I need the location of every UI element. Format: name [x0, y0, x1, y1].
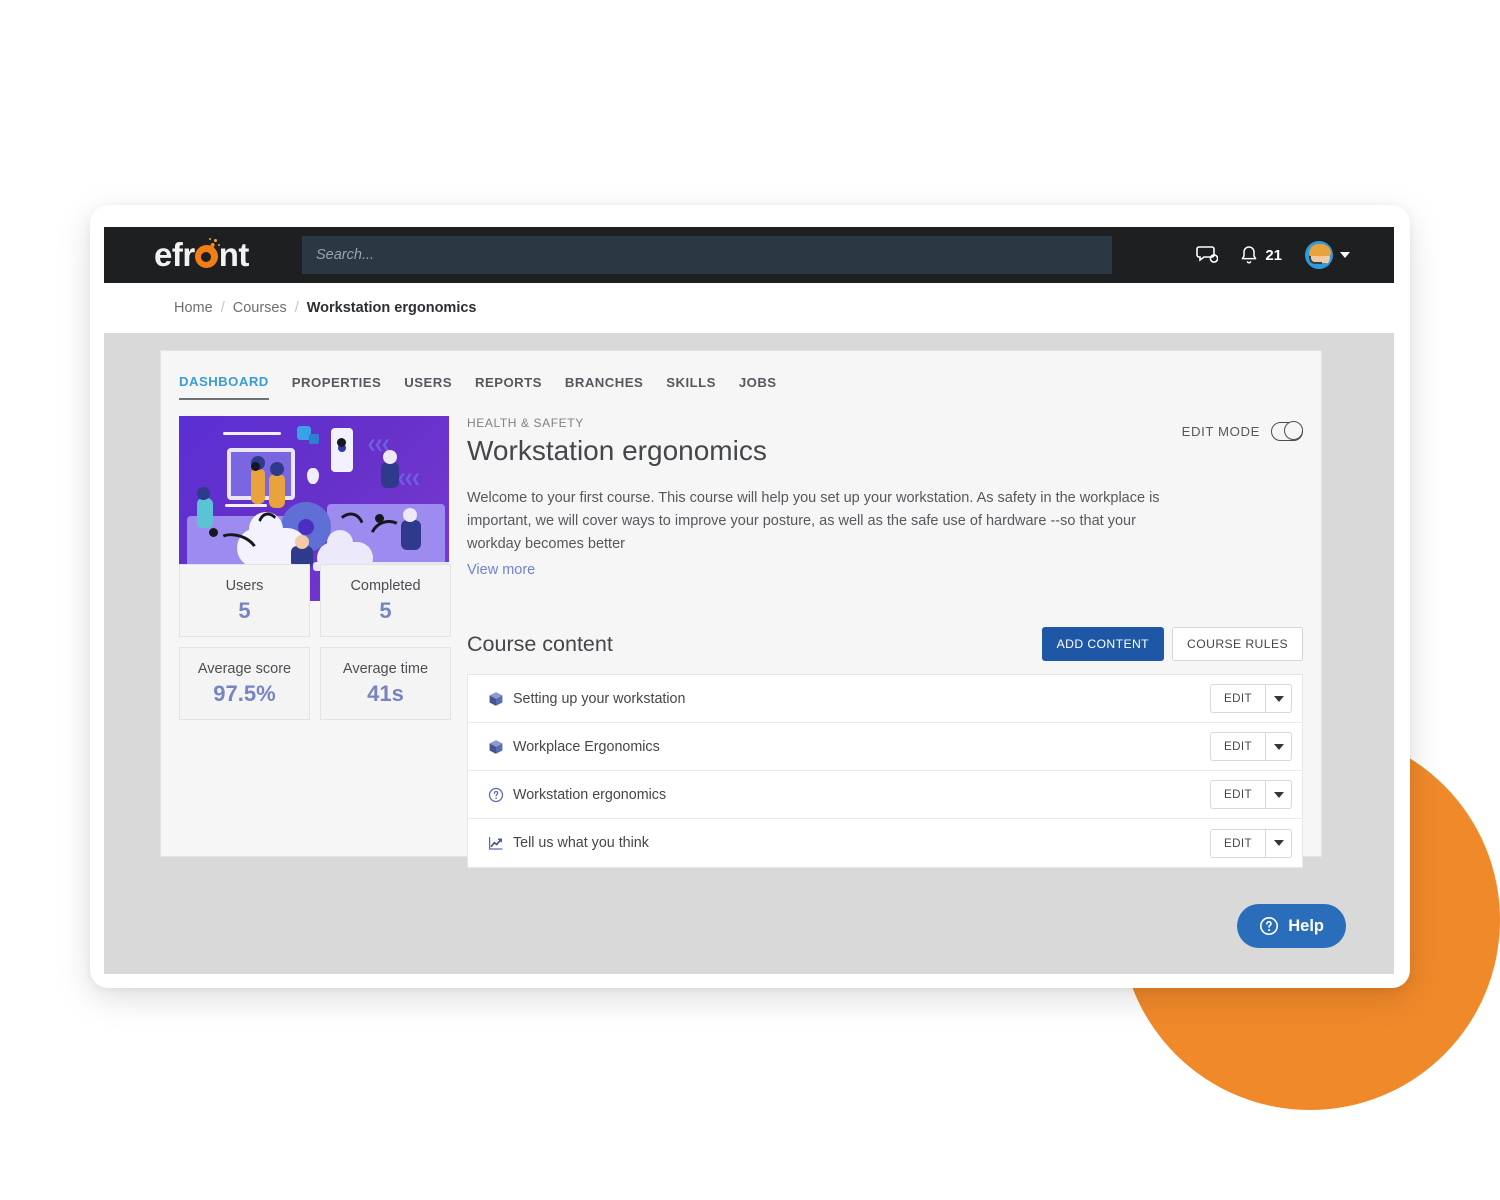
notifications-button[interactable]: 21 — [1240, 245, 1282, 265]
screenshot-stage: efrnt 21 — [0, 0, 1500, 1200]
content-item-label: Setting up your workstation — [513, 690, 686, 707]
breadcrumb-current: Workstation ergonomics — [306, 300, 477, 316]
logo-text-r: r — [182, 236, 195, 273]
edit-dropdown-button[interactable] — [1265, 732, 1292, 761]
messages-button[interactable] — [1196, 245, 1219, 265]
app-topbar: efrnt 21 — [104, 227, 1394, 283]
course-description: Welcome to your first course. This cours… — [467, 490, 1160, 552]
breadcrumb: Home / Courses / Workstation ergonomics — [104, 283, 1394, 333]
tab-users[interactable]: USERS — [404, 375, 452, 399]
tab-jobs[interactable]: JOBS — [739, 375, 777, 399]
avatar — [1304, 240, 1334, 270]
tab-dashboard[interactable]: DASHBOARD — [179, 374, 269, 400]
stat-card-users: Users 5 — [179, 564, 310, 637]
edit-button[interactable]: EDIT — [1209, 684, 1265, 713]
stat-label: Average time — [342, 660, 429, 677]
stat-label: Average score — [197, 660, 292, 677]
content-item-label: Tell us what you think — [513, 835, 649, 851]
search-input[interactable] — [302, 236, 1112, 274]
content-row[interactable]: Setting up your workstation EDIT — [468, 675, 1302, 723]
browser-window: efrnt 21 — [90, 205, 1410, 988]
stat-value: 41s — [367, 680, 404, 706]
breadcrumb-courses[interactable]: Courses — [233, 300, 287, 316]
stat-label: Completed — [350, 577, 421, 594]
cube-icon — [488, 691, 510, 707]
bomb-icon — [194, 237, 220, 268]
user-menu[interactable] — [1304, 240, 1350, 270]
tab-reports[interactable]: REPORTS — [475, 375, 542, 399]
content-row-actions: EDIT — [1209, 780, 1292, 809]
chevron-down-icon — [1273, 840, 1284, 846]
stat-card-completed: Completed 5 — [320, 564, 451, 637]
chevron-down-icon — [1340, 252, 1350, 258]
course-content-list: Setting up your workstation EDIT Workpla… — [467, 674, 1303, 868]
chevron-down-icon — [1273, 695, 1284, 702]
edit-dropdown-button[interactable] — [1265, 780, 1292, 809]
stat-card-average-score: Average score 97.5% — [179, 647, 310, 720]
content-row[interactable]: Tell us what you think EDIT — [468, 819, 1302, 867]
tab-properties[interactable]: PROPERTIES — [292, 375, 382, 399]
stat-value: 97.5% — [213, 680, 276, 706]
edit-button[interactable]: EDIT — [1209, 732, 1265, 761]
content-row-actions: EDIT — [1209, 684, 1292, 713]
breadcrumb-home[interactable]: Home — [174, 300, 213, 316]
course-content-title: Course content — [467, 631, 613, 656]
course-tabs: DASHBOARD PROPERTIES USERS REPORTS BRANC… — [161, 351, 1321, 400]
help-button[interactable]: Help — [1237, 904, 1346, 948]
question-circle-icon — [488, 787, 510, 803]
page-background: DASHBOARD PROPERTIES USERS REPORTS BRANC… — [104, 333, 1394, 974]
chevron-down-icon — [1273, 791, 1284, 798]
edit-dropdown-button[interactable] — [1265, 684, 1292, 713]
breadcrumb-separator-1: / — [220, 300, 225, 316]
content-row[interactable]: Workstation ergonomics EDIT — [468, 771, 1302, 819]
help-label: Help — [1288, 916, 1324, 935]
stat-value: 5 — [238, 597, 251, 623]
question-circle-icon — [1260, 917, 1279, 935]
topbar-actions: 21 — [1196, 240, 1350, 270]
efront-logo[interactable]: ef r nt — [154, 236, 302, 274]
edit-button[interactable]: EDIT — [1209, 828, 1265, 858]
course-rules-button[interactable]: COURSE RULES — [1172, 627, 1303, 661]
page-title: Workstation ergonomics — [467, 435, 767, 466]
logo-text-e: ef — [154, 236, 183, 273]
tab-branches[interactable]: BRANCHES — [565, 375, 643, 399]
course-stats: Users 5 Completed 5 Average score 97.5% … — [179, 564, 451, 720]
stat-card-average-time: Average time 41s — [320, 647, 451, 720]
chat-bubbles-icon — [1196, 246, 1219, 263]
course-content-actions: ADD CONTENT COURSE RULES — [1041, 627, 1303, 661]
edit-mode-label: EDIT MODE — [1181, 424, 1260, 439]
chevron-down-icon — [1273, 743, 1284, 750]
course-info: HEALTH & SAFETY Workstation ergonomics W… — [467, 416, 1164, 601]
notification-count: 21 — [1265, 246, 1282, 264]
view-more-link[interactable]: View more — [467, 562, 535, 578]
edit-mode-control[interactable]: EDIT MODE — [1182, 416, 1303, 441]
edit-button[interactable]: EDIT — [1209, 780, 1265, 809]
content-row[interactable]: Workplace Ergonomics EDIT — [468, 723, 1302, 771]
breadcrumb-separator-2: / — [294, 300, 299, 316]
edit-dropdown-button[interactable] — [1265, 828, 1292, 858]
cube-icon — [488, 739, 510, 755]
stat-value: 5 — [379, 597, 392, 623]
content-row-actions: EDIT — [1209, 732, 1292, 761]
add-content-button[interactable]: ADD CONTENT — [1041, 627, 1165, 661]
content-item-label: Workplace Ergonomics — [513, 738, 660, 755]
tab-skills[interactable]: SKILLS — [666, 375, 716, 399]
course-dashboard-panel: DASHBOARD PROPERTIES USERS REPORTS BRANC… — [160, 350, 1322, 868]
course-category: HEALTH & SAFETY — [467, 416, 584, 430]
chart-line-icon — [488, 835, 510, 851]
edit-mode-toggle[interactable] — [1271, 421, 1303, 441]
bell-icon — [1241, 246, 1257, 264]
content-item-label: Workstation ergonomics — [513, 786, 667, 803]
content-row-actions: EDIT — [1209, 828, 1292, 858]
stat-label: Users — [225, 577, 264, 594]
logo-text-nt: nt — [218, 236, 250, 273]
